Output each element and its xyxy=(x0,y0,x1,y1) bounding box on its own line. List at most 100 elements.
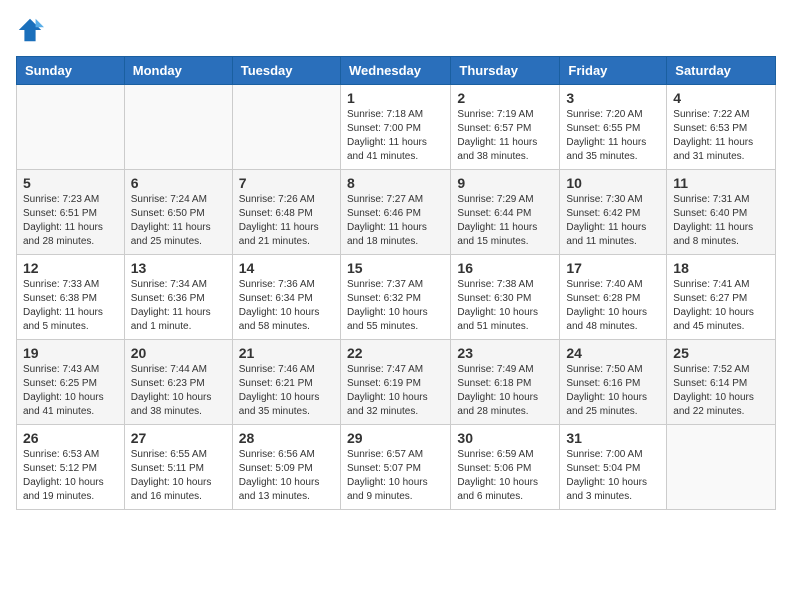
day-info: Sunrise: 7:23 AM Sunset: 6:51 PM Dayligh… xyxy=(23,193,118,249)
day-number: 22 xyxy=(347,345,444,361)
page-header xyxy=(16,16,776,44)
calendar-cell: 11Sunrise: 7:31 AM Sunset: 6:40 PM Dayli… xyxy=(667,170,776,255)
day-number: 20 xyxy=(131,345,226,361)
calendar-cell: 27 Sunrise: 6:55 AM Sunset: 5:11 PM Dayli… xyxy=(124,425,232,510)
day-number: 19 xyxy=(23,345,118,361)
day-info: Sunrise: 7:36 AM Sunset: 6:34 PM Dayligh… xyxy=(239,278,334,334)
day-info: Sunrise: 6:56 AM Sunset: 5:09 PM Dayligh… xyxy=(239,448,334,504)
day-number: 17 xyxy=(566,260,660,276)
calendar-cell: 13Sunrise: 7:34 AM Sunset: 6:36 PM Dayli… xyxy=(124,255,232,340)
day-info: Sunrise: 7:43 AM Sunset: 6:25 PM Dayligh… xyxy=(23,363,118,419)
day-info: Sunrise: 7:19 AM Sunset: 6:57 PM Dayligh… xyxy=(457,108,553,164)
calendar-cell: 29 Sunrise: 6:57 AM Sunset: 5:07 PM Dayli… xyxy=(340,425,450,510)
day-info: Sunrise: 7:20 AM Sunset: 6:55 PM Dayligh… xyxy=(566,108,660,164)
header-wednesday: Wednesday xyxy=(340,57,450,85)
calendar-cell: 6 Sunrise: 7:24 AM Sunset: 6:50 PM Daylig… xyxy=(124,170,232,255)
day-number: 3 xyxy=(566,90,660,106)
header-monday: Monday xyxy=(124,57,232,85)
day-number: 27 xyxy=(131,430,226,446)
week-row-4: 19 Sunrise: 7:43 AM Sunset: 6:25 PM Dayli… xyxy=(17,340,776,425)
day-number: 28 xyxy=(239,430,334,446)
day-number: 30 xyxy=(457,430,553,446)
header-friday: Friday xyxy=(560,57,667,85)
day-number: 7 xyxy=(239,175,334,191)
calendar-cell xyxy=(17,85,125,170)
calendar-cell: 17 Sunrise: 7:40 AM Sunset: 6:28 PM Dayli… xyxy=(560,255,667,340)
day-number: 6 xyxy=(131,175,226,191)
day-info: Sunrise: 7:37 AM Sunset: 6:32 PM Dayligh… xyxy=(347,278,444,334)
day-info: Sunrise: 6:59 AM Sunset: 5:06 PM Dayligh… xyxy=(457,448,553,504)
week-row-2: 5 Sunrise: 7:23 AM Sunset: 6:51 PM Daylig… xyxy=(17,170,776,255)
day-info: Sunrise: 7:40 AM Sunset: 6:28 PM Dayligh… xyxy=(566,278,660,334)
day-number: 5 xyxy=(23,175,118,191)
day-number: 1 xyxy=(347,90,444,106)
calendar-cell: 19 Sunrise: 7:43 AM Sunset: 6:25 PM Dayli… xyxy=(17,340,125,425)
day-info: Sunrise: 7:41 AM Sunset: 6:27 PM Dayligh… xyxy=(673,278,769,334)
header-tuesday: Tuesday xyxy=(232,57,340,85)
calendar-cell: 20 Sunrise: 7:44 AM Sunset: 6:23 PM Dayli… xyxy=(124,340,232,425)
header-row: SundayMondayTuesdayWednesdayThursdayFrid… xyxy=(17,57,776,85)
calendar-cell: 9 Sunrise: 7:29 AM Sunset: 6:44 PM Daylig… xyxy=(451,170,560,255)
day-info: Sunrise: 7:30 AM Sunset: 6:42 PM Dayligh… xyxy=(566,193,660,249)
day-info: Sunrise: 7:47 AM Sunset: 6:19 PM Dayligh… xyxy=(347,363,444,419)
day-number: 31 xyxy=(566,430,660,446)
week-row-3: 12 Sunrise: 7:33 AM Sunset: 6:38 PM Dayli… xyxy=(17,255,776,340)
day-number: 11 xyxy=(673,175,769,191)
day-number: 12 xyxy=(23,260,118,276)
day-info: Sunrise: 7:22 AM Sunset: 6:53 PM Dayligh… xyxy=(673,108,769,164)
day-info: Sunrise: 7:29 AM Sunset: 6:44 PM Dayligh… xyxy=(457,193,553,249)
day-number: 26 xyxy=(23,430,118,446)
week-row-5: 26 Sunrise: 6:53 AM Sunset: 5:12 PM Dayli… xyxy=(17,425,776,510)
calendar-cell xyxy=(124,85,232,170)
calendar-cell: 12 Sunrise: 7:33 AM Sunset: 6:38 PM Dayli… xyxy=(17,255,125,340)
calendar-cell: 14 Sunrise: 7:36 AM Sunset: 6:34 PM Dayli… xyxy=(232,255,340,340)
day-info: Sunrise: 7:27 AM Sunset: 6:46 PM Dayligh… xyxy=(347,193,444,249)
calendar-cell: 30 Sunrise: 6:59 AM Sunset: 5:06 PM Dayli… xyxy=(451,425,560,510)
day-info: Sunrise: 6:53 AM Sunset: 5:12 PM Dayligh… xyxy=(23,448,118,504)
calendar-cell: 25Sunrise: 7:52 AM Sunset: 6:14 PM Dayli… xyxy=(667,340,776,425)
day-info: Sunrise: 7:00 AM Sunset: 5:04 PM Dayligh… xyxy=(566,448,660,504)
calendar-cell: 10 Sunrise: 7:30 AM Sunset: 6:42 PM Dayli… xyxy=(560,170,667,255)
day-number: 10 xyxy=(566,175,660,191)
day-info: Sunrise: 7:49 AM Sunset: 6:18 PM Dayligh… xyxy=(457,363,553,419)
day-number: 25 xyxy=(673,345,769,361)
day-number: 29 xyxy=(347,430,444,446)
day-info: Sunrise: 7:24 AM Sunset: 6:50 PM Dayligh… xyxy=(131,193,226,249)
day-number: 24 xyxy=(566,345,660,361)
day-number: 13 xyxy=(131,260,226,276)
header-thursday: Thursday xyxy=(451,57,560,85)
calendar-cell xyxy=(667,425,776,510)
calendar-cell: 21 Sunrise: 7:46 AM Sunset: 6:21 PM Dayli… xyxy=(232,340,340,425)
day-info: Sunrise: 7:44 AM Sunset: 6:23 PM Dayligh… xyxy=(131,363,226,419)
calendar-cell: 24 Sunrise: 7:50 AM Sunset: 6:16 PM Dayli… xyxy=(560,340,667,425)
calendar-cell: 15 Sunrise: 7:37 AM Sunset: 6:32 PM Dayli… xyxy=(340,255,450,340)
day-number: 8 xyxy=(347,175,444,191)
calendar-cell: 28 Sunrise: 6:56 AM Sunset: 5:09 PM Dayli… xyxy=(232,425,340,510)
day-number: 9 xyxy=(457,175,553,191)
calendar-cell xyxy=(232,85,340,170)
logo xyxy=(16,16,48,44)
calendar-cell: 22 Sunrise: 7:47 AM Sunset: 6:19 PM Dayli… xyxy=(340,340,450,425)
header-sunday: Sunday xyxy=(17,57,125,85)
day-info: Sunrise: 6:55 AM Sunset: 5:11 PM Dayligh… xyxy=(131,448,226,504)
day-number: 15 xyxy=(347,260,444,276)
day-number: 23 xyxy=(457,345,553,361)
day-number: 14 xyxy=(239,260,334,276)
day-number: 2 xyxy=(457,90,553,106)
calendar-cell: 2 Sunrise: 7:19 AM Sunset: 6:57 PM Daylig… xyxy=(451,85,560,170)
day-info: Sunrise: 7:18 AM Sunset: 7:00 PM Dayligh… xyxy=(347,108,444,164)
calendar-cell: 7Sunrise: 7:26 AM Sunset: 6:48 PM Daylig… xyxy=(232,170,340,255)
day-info: Sunrise: 7:50 AM Sunset: 6:16 PM Dayligh… xyxy=(566,363,660,419)
calendar-cell: 26 Sunrise: 6:53 AM Sunset: 5:12 PM Dayli… xyxy=(17,425,125,510)
day-info: Sunrise: 7:38 AM Sunset: 6:30 PM Dayligh… xyxy=(457,278,553,334)
day-number: 18 xyxy=(673,260,769,276)
day-info: Sunrise: 6:57 AM Sunset: 5:07 PM Dayligh… xyxy=(347,448,444,504)
day-info: Sunrise: 7:33 AM Sunset: 6:38 PM Dayligh… xyxy=(23,278,118,334)
logo-icon xyxy=(16,16,44,44)
calendar-table: SundayMondayTuesdayWednesdayThursdayFrid… xyxy=(16,56,776,510)
day-info: Sunrise: 7:46 AM Sunset: 6:21 PM Dayligh… xyxy=(239,363,334,419)
calendar-cell: 31 Sunrise: 7:00 AM Sunset: 5:04 PM Dayli… xyxy=(560,425,667,510)
day-number: 21 xyxy=(239,345,334,361)
calendar-cell: 4Sunrise: 7:22 AM Sunset: 6:53 PM Daylig… xyxy=(667,85,776,170)
calendar-cell: 5 Sunrise: 7:23 AM Sunset: 6:51 PM Daylig… xyxy=(17,170,125,255)
